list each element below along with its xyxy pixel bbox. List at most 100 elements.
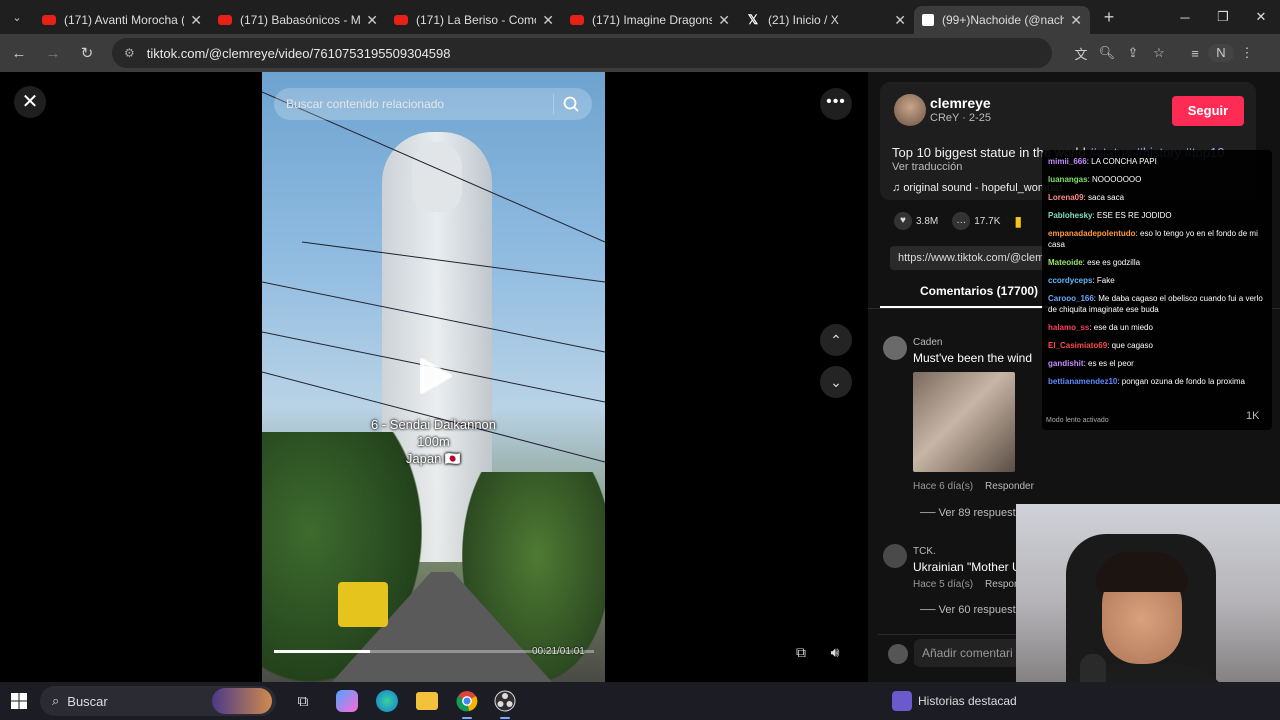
comment-image[interactable] — [913, 372, 1015, 472]
browser-menu-icon[interactable]: ⋮ — [1234, 45, 1260, 61]
media-icon[interactable]: ≡ — [1182, 46, 1208, 61]
url-field[interactable]: ⚙ tiktok.com/@clemreye/video/76107531955… — [112, 38, 1052, 68]
related-search-input[interactable]: Buscar contenido relacionado — [274, 88, 592, 120]
browser-tab[interactable]: (171) Avanti Morocha (CAE ✕ — [34, 6, 210, 34]
new-tab-button[interactable]: + — [1094, 7, 1124, 28]
view-replies-link[interactable]: ── Ver 89 respuest — [920, 507, 1016, 519]
chat-text: : que cagaso — [1107, 341, 1153, 350]
search-icon[interactable] — [562, 95, 580, 113]
start-button[interactable] — [0, 682, 38, 720]
comment-user[interactable]: Caden — [913, 337, 942, 348]
search-highlight-image — [212, 688, 272, 714]
tab-comments[interactable]: Comentarios (17700) — [920, 284, 1038, 298]
news-widget[interactable]: Historias destacad — [892, 682, 1017, 720]
tab-close-icon[interactable]: ✕ — [894, 12, 906, 29]
browser-tab[interactable]: (171) Imagine Dragons - R ✕ — [562, 6, 738, 34]
chrome-icon[interactable] — [452, 686, 482, 719]
task-view-icon[interactable]: ⧉ — [288, 686, 318, 716]
tab-title: (171) Imagine Dragons - R — [592, 13, 713, 27]
chat-username[interactable]: Mateoide — [1048, 258, 1083, 267]
close-video-button[interactable]: ✕ — [14, 86, 46, 118]
chat-username[interactable]: ccordyceps — [1048, 276, 1092, 285]
chat-text: : saca saca — [1083, 193, 1125, 202]
tab-close-icon[interactable]: ✕ — [366, 12, 378, 29]
previous-video-button[interactable]: ⌃ — [820, 324, 852, 356]
follow-button[interactable]: Seguir — [1172, 96, 1244, 126]
view-replies-link[interactable]: ── Ver 60 respuest — [920, 604, 1016, 616]
maximize-icon[interactable]: ❐ — [1204, 0, 1242, 34]
chat-username[interactable]: Lorena09 — [1048, 193, 1084, 202]
chat-username[interactable]: Carooo_166 — [1048, 294, 1094, 303]
reply-button[interactable]: Responder — [985, 481, 1034, 492]
chat-text: : ESE ES RE JODIDO — [1092, 211, 1172, 220]
video-timecode: 00:21/01:01 — [532, 646, 585, 657]
tab-close-icon[interactable]: ✕ — [718, 12, 730, 29]
more-options-button[interactable]: ••• — [820, 88, 852, 120]
chat-text: : NOOOOOOO — [1087, 175, 1142, 184]
forward-icon[interactable]: → — [38, 38, 68, 68]
copy-link-field[interactable]: https://www.tiktok.com/@clem — [890, 246, 1050, 270]
browser-tab[interactable]: 𝕏 (21) Inicio / X ✕ — [738, 6, 914, 34]
favorite-button[interactable]: ▮ — [1014, 213, 1022, 230]
comment-count: 17.7K — [974, 215, 1001, 227]
zoom-icon[interactable]: 🔍︎ — [1094, 45, 1120, 61]
tab-close-icon[interactable]: ✕ — [542, 12, 554, 29]
comment-avatar[interactable] — [883, 544, 907, 568]
play-icon[interactable] — [412, 354, 456, 398]
news-icon — [892, 691, 912, 711]
tiktok-icon — [922, 14, 934, 26]
chat-username[interactable]: bettianamendez10 — [1048, 377, 1117, 386]
chat-username[interactable]: El_Casimiato69 — [1048, 341, 1107, 350]
comment-user[interactable]: TCK. — [913, 546, 936, 557]
author-avatar[interactable] — [894, 94, 926, 126]
copilot-icon[interactable] — [336, 690, 358, 712]
tab-title: (171) La Beriso - Como Olv — [416, 13, 536, 27]
volume-icon[interactable]: 🔊︎ — [823, 640, 847, 664]
picture-in-picture-icon[interactable]: ⧉ — [789, 640, 813, 664]
chat-username[interactable]: empanadadepolentudo — [1048, 229, 1136, 238]
chat-username[interactable]: mimii_666 — [1048, 157, 1087, 166]
bookmark-star-icon[interactable]: ☆ — [1146, 45, 1172, 61]
tab-close-icon[interactable]: ✕ — [190, 12, 202, 29]
chat-text: : ese da un miedo — [1089, 323, 1153, 332]
browser-tab[interactable]: (171) Babasónicos - Microc ✕ — [210, 6, 386, 34]
edge-icon[interactable] — [376, 690, 398, 712]
comment-button[interactable]: … 17.7K — [952, 212, 1000, 230]
chat-message: empanadadepolentudo: eso lo tengo yo en … — [1048, 228, 1266, 250]
translate-icon[interactable]: 文 — [1068, 44, 1094, 63]
engagement-stats: ♥ 3.8M … 17.7K ▮ — [894, 212, 1036, 230]
comment-avatar[interactable] — [883, 336, 907, 360]
tab-close-icon[interactable]: ✕ — [1070, 12, 1082, 29]
chat-username[interactable]: Pablohesky — [1048, 211, 1092, 220]
taskbar-search-icon: ⌕ — [52, 693, 60, 708]
back-icon[interactable]: ← — [4, 38, 34, 68]
url-text: tiktok.com/@clemreye/video/7610753195509… — [146, 45, 451, 61]
minimize-icon[interactable]: ─ — [1166, 0, 1204, 34]
reload-icon[interactable]: ↻ — [72, 38, 102, 68]
view-replies-text: Ver 89 respuest — [938, 507, 1016, 519]
chat-username[interactable]: halamo_ss — [1048, 323, 1089, 332]
close-window-icon[interactable]: ✕ — [1242, 0, 1280, 34]
file-explorer-icon[interactable] — [416, 692, 438, 710]
see-translation-link[interactable]: Ver traducción — [892, 161, 962, 173]
chat-username[interactable]: gandishit — [1048, 359, 1084, 368]
like-button[interactable]: ♥ 3.8M — [894, 212, 938, 230]
install-icon[interactable]: ⇪ — [1120, 45, 1146, 61]
taskbar-search[interactable]: ⌕ Buscar — [40, 686, 276, 716]
taskbar-search-label: Buscar — [67, 693, 108, 709]
author-name[interactable]: clemreye — [930, 95, 991, 111]
sound-link[interactable]: ♫ original sound - hopeful_wombat — [892, 182, 1062, 194]
chat-text: : LA CONCHA PAPI — [1086, 157, 1157, 166]
browser-tab[interactable]: (171) La Beriso - Como Olv ✕ — [386, 6, 562, 34]
next-video-button[interactable]: ⌄ — [820, 366, 852, 398]
obs-icon[interactable] — [490, 686, 520, 719]
chat-username[interactable]: luanangas — [1048, 175, 1088, 184]
tab-title: (99+)Nachoide (@nachoid — [942, 13, 1065, 27]
site-info-icon[interactable]: ⚙ — [124, 46, 135, 60]
replies-line: ── — [920, 507, 939, 519]
video-player[interactable]: Buscar contenido relacionado 6 - Sendai … — [262, 72, 605, 682]
browser-tab[interactable]: (99+)Nachoide (@nachoid ✕ — [914, 6, 1090, 34]
reply-button[interactable]: Respon — [985, 579, 1019, 590]
profile-avatar[interactable]: N — [1208, 44, 1234, 62]
tab-search-menu-icon[interactable]: ⌄ — [0, 0, 34, 34]
